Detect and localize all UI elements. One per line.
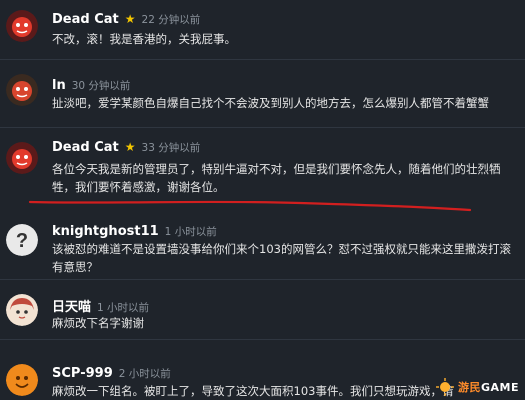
timestamp: 33 分钟以前 <box>141 142 201 154</box>
comment-text: 该被怼的难道不是设置墙没事给你们来个103的网管么？怼不过强权就只能来这里撒泼打… <box>52 242 511 274</box>
timestamp: 30 分钟以前 <box>71 80 131 92</box>
sun-logo-icon <box>435 378 454 396</box>
avatar[interactable]: ? <box>6 224 38 256</box>
comment-text: 麻烦改下名字谢谢 <box>52 316 144 330</box>
username[interactable]: 日天喵 <box>52 296 91 315</box>
comment-header: Dead Cat ★ 33 分钟以前 <box>52 140 200 155</box>
orange-blob-avatar-icon <box>6 364 38 396</box>
red-cartoon-avatar-icon <box>6 74 38 106</box>
red-cartoon-avatar-icon <box>6 10 38 42</box>
comment-item: ? knightghost11 1 小时以前 该被怼的难道不是设置墙没事给你们来… <box>0 212 525 280</box>
avatar[interactable] <box>6 364 38 396</box>
comment-header: ln 30 分钟以前 <box>52 78 130 93</box>
timestamp: 1 小时以前 <box>164 226 217 238</box>
question-mark-avatar-icon: ? <box>6 224 38 256</box>
comment-text: 扯淡吧，爱学某颜色自爆自己找个不会波及到别人的地方去，怎么爆别人都管不着蟹蟹 <box>52 96 489 110</box>
site-watermark: 游民GAME <box>435 378 519 396</box>
username[interactable]: knightghost11 <box>52 224 159 239</box>
comment-text: 不改，滚！我是香港的，关我屁事。 <box>52 32 236 46</box>
username[interactable]: SCP-999 <box>52 366 113 381</box>
comment-item: Dead Cat ★ 22 分钟以前 不改，滚！我是香港的，关我屁事。 <box>0 0 525 60</box>
avatar[interactable] <box>6 10 38 42</box>
star-icon: ★ <box>124 12 136 26</box>
comment-header: SCP-999 2 小时以前 <box>52 366 171 381</box>
anime-girl-avatar-icon <box>6 294 38 326</box>
comment-item: 日天喵 1 小时以前 麻烦改下名字谢谢 <box>0 280 525 340</box>
comment-item: Dead Cat ★ 33 分钟以前 各位今天我是新的管理员了，特别牛逼对不对，… <box>0 128 525 210</box>
timestamp: 1 小时以前 <box>97 302 150 314</box>
red-cartoon-avatar-icon <box>6 142 38 174</box>
comment-header: Dead Cat ★ 22 分钟以前 <box>52 12 200 27</box>
timestamp: 2 小时以前 <box>118 368 171 380</box>
watermark-text: 游民GAME <box>457 381 519 394</box>
username[interactable]: Dead Cat <box>52 140 119 155</box>
timestamp: 22 分钟以前 <box>141 14 201 26</box>
comment-header: knightghost11 1 小时以前 <box>52 224 217 239</box>
star-icon: ★ <box>124 140 136 154</box>
username[interactable]: Dead Cat <box>52 12 119 27</box>
avatar[interactable] <box>6 74 38 106</box>
comment-item: ln 30 分钟以前 扯淡吧，爱学某颜色自爆自己找个不会波及到别人的地方去，怎么… <box>0 60 525 128</box>
comment-text: 各位今天我是新的管理员了，特别牛逼对不对，但是我们要怀念先人，随着他们的壮烈牺牲… <box>52 162 501 194</box>
username[interactable]: ln <box>52 78 66 93</box>
avatar[interactable] <box>6 294 38 326</box>
avatar[interactable] <box>6 142 38 174</box>
comment-header: 日天喵 1 小时以前 <box>52 296 149 315</box>
svg-text:?: ? <box>16 230 28 252</box>
